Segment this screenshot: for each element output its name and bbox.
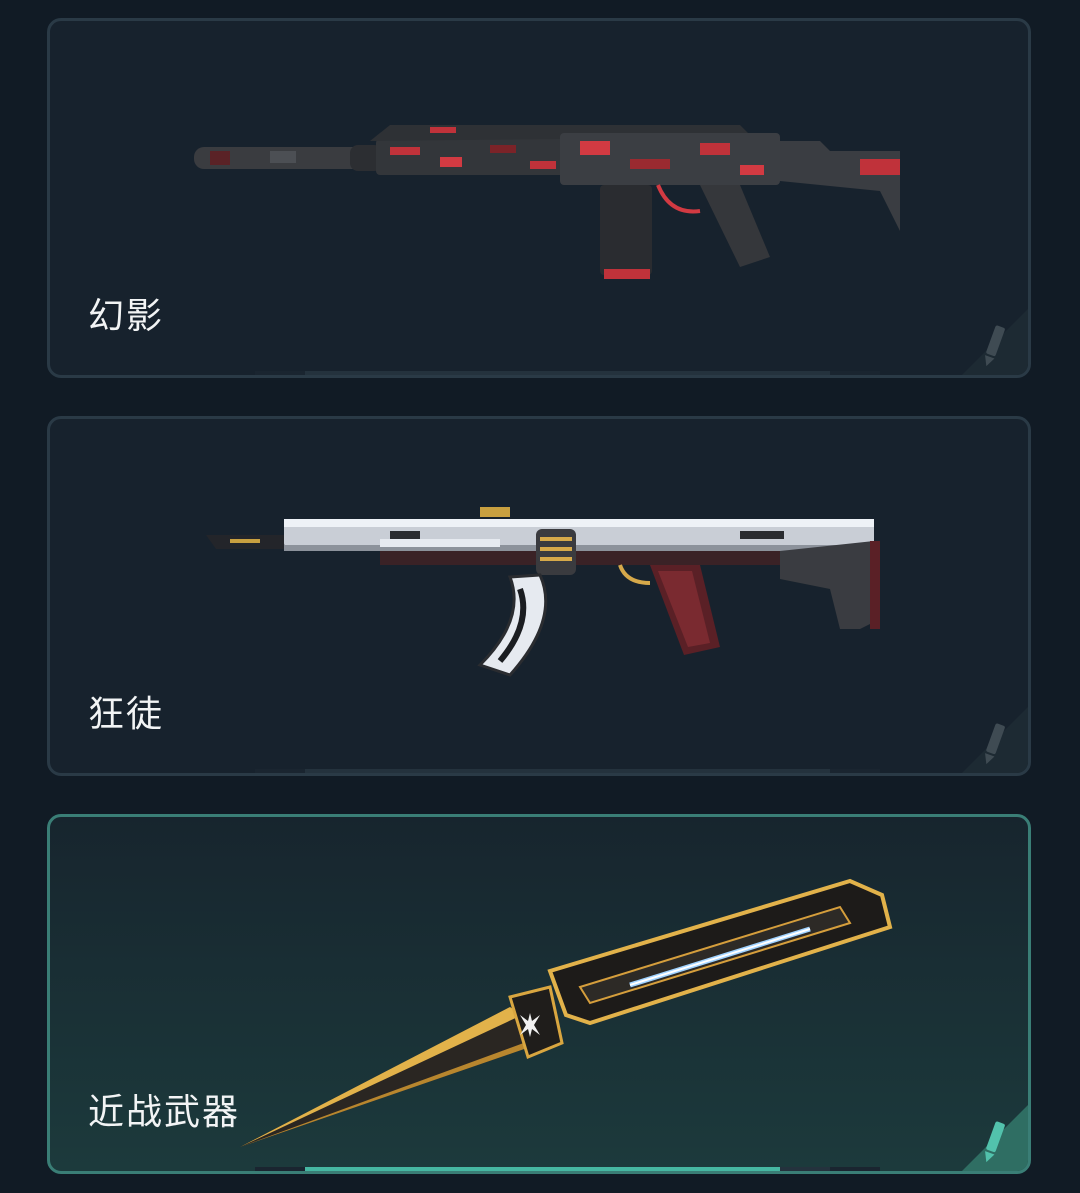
progress-track <box>255 1167 880 1171</box>
weapon-card-melee[interactable]: 近战武器 <box>47 814 1031 1174</box>
weapon-list: 幻影 狂徒 近战武器 <box>0 0 1080 1193</box>
edit-pencil-icon[interactable] <box>950 297 1030 377</box>
progress-track <box>255 769 880 773</box>
melee-knife-image <box>240 878 893 1147</box>
progress-fill <box>305 1167 780 1171</box>
weapon-card-vandal[interactable]: 狂徒 <box>47 416 1031 776</box>
progress-track <box>255 371 880 375</box>
weapon-name: 幻影 <box>88 296 165 337</box>
vandal-rifle-image <box>206 507 880 677</box>
phantom-rifle-image <box>194 125 900 279</box>
weapon-name: 狂徒 <box>88 694 165 735</box>
weapon-name: 近战武器 <box>88 1092 241 1133</box>
edit-pencil-icon[interactable] <box>950 695 1030 775</box>
edit-pencil-icon[interactable] <box>950 1093 1030 1173</box>
weapon-card-phantom[interactable]: 幻影 <box>47 18 1031 378</box>
